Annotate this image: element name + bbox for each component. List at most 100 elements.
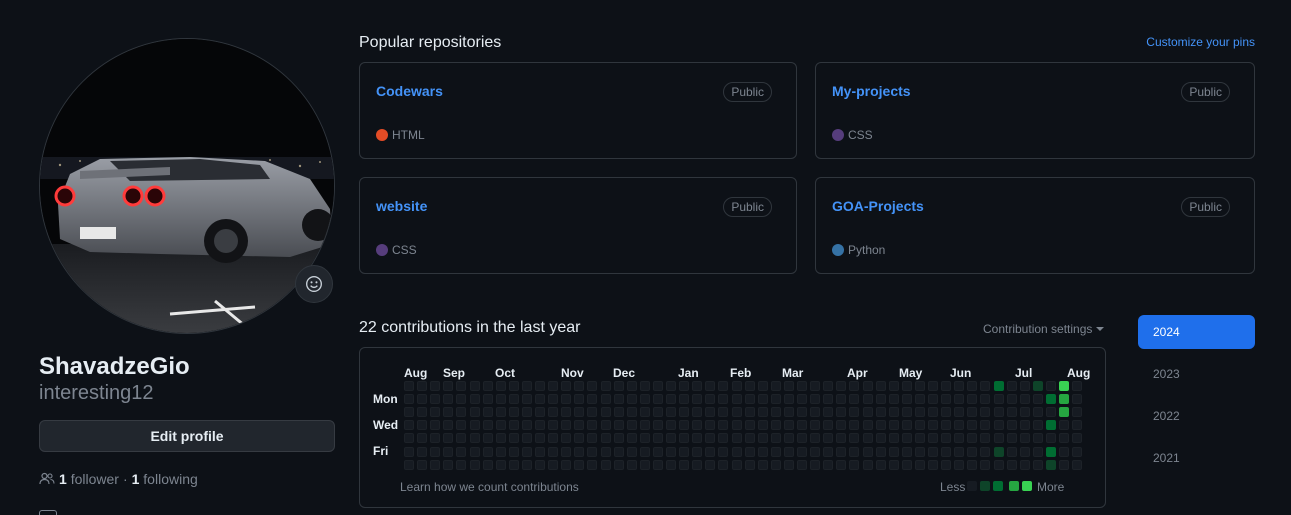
contribution-cell[interactable] <box>731 420 742 431</box>
contribution-cell[interactable] <box>404 420 414 431</box>
contribution-cell[interactable] <box>914 407 925 418</box>
contribution-cell[interactable] <box>508 394 519 405</box>
contribution-cell[interactable] <box>443 446 454 457</box>
contribution-cell[interactable] <box>967 394 978 405</box>
contribution-cell[interactable] <box>456 394 467 405</box>
contribution-cell[interactable] <box>980 381 991 391</box>
contribution-cell[interactable] <box>561 407 572 418</box>
contribution-cell[interactable] <box>1045 433 1056 444</box>
contribution-cell[interactable] <box>980 420 991 431</box>
contribution-cell[interactable] <box>666 381 676 391</box>
contribution-cell[interactable] <box>744 394 755 405</box>
year-2023-link[interactable]: 2023 <box>1138 357 1255 391</box>
contribution-cell[interactable] <box>901 459 912 470</box>
contribution-cell[interactable] <box>561 446 572 457</box>
contribution-cell[interactable] <box>613 420 624 431</box>
contribution-cell[interactable] <box>521 394 532 405</box>
contribution-cell[interactable] <box>1019 446 1030 457</box>
contribution-cell[interactable] <box>757 381 768 391</box>
contribution-cell[interactable] <box>482 407 493 418</box>
contribution-cell[interactable] <box>993 381 1004 391</box>
contribution-settings-dropdown[interactable]: Contribution settings <box>983 322 1105 336</box>
contribution-cell[interactable] <box>495 407 506 418</box>
contribution-cell[interactable] <box>666 407 676 418</box>
contribution-cell[interactable] <box>482 381 493 391</box>
contribution-cell[interactable] <box>587 459 598 470</box>
contribution-cell[interactable] <box>561 420 572 431</box>
contribution-cell[interactable] <box>888 459 899 470</box>
contribution-cell[interactable] <box>914 459 925 470</box>
contribution-cell[interactable] <box>770 407 781 418</box>
contribution-cell[interactable] <box>417 446 428 457</box>
year-2024-link[interactable]: 2024 <box>1138 315 1255 349</box>
contribution-cell[interactable] <box>521 381 532 391</box>
contribution-cell[interactable] <box>888 407 899 418</box>
contribution-cell[interactable] <box>705 459 716 470</box>
contribution-cell[interactable] <box>417 394 428 405</box>
contribution-cell[interactable] <box>941 420 952 431</box>
contribution-cell[interactable] <box>757 446 768 457</box>
contribution-cell[interactable] <box>901 420 912 431</box>
contribution-cell[interactable] <box>574 446 585 457</box>
contribution-cell[interactable] <box>613 407 624 418</box>
contribution-cell[interactable] <box>993 459 1004 470</box>
contribution-cell[interactable] <box>456 459 467 470</box>
contribution-cell[interactable] <box>574 459 585 470</box>
contribution-cell[interactable] <box>797 459 807 470</box>
contribution-cell[interactable] <box>548 381 559 391</box>
contribution-cell[interactable] <box>1032 407 1043 418</box>
contribution-cell[interactable] <box>626 407 637 418</box>
contribution-cell[interactable] <box>810 446 821 457</box>
contribution-cell[interactable] <box>967 407 978 418</box>
contribution-cell[interactable] <box>469 433 480 444</box>
contribution-cell[interactable] <box>928 459 938 470</box>
contribution-cell[interactable] <box>666 446 676 457</box>
contribution-cell[interactable] <box>495 446 506 457</box>
contribution-cell[interactable] <box>430 420 441 431</box>
contribution-cell[interactable] <box>1032 459 1043 470</box>
contribution-cell[interactable] <box>1072 433 1083 444</box>
contribution-cell[interactable] <box>430 459 441 470</box>
contribution-cell[interactable] <box>587 446 598 457</box>
contribution-cell[interactable] <box>1059 394 1069 405</box>
contribution-cell[interactable] <box>797 381 807 391</box>
contribution-cell[interactable] <box>705 381 716 391</box>
contribution-cell[interactable] <box>652 407 663 418</box>
contribution-cell[interactable] <box>469 420 480 431</box>
contribution-cell[interactable] <box>744 420 755 431</box>
contribution-cell[interactable] <box>1072 381 1083 391</box>
contribution-cell[interactable] <box>862 459 873 470</box>
contribution-cell[interactable] <box>482 433 493 444</box>
contribution-cell[interactable] <box>679 459 690 470</box>
contribution-cell[interactable] <box>482 420 493 431</box>
contribution-cell[interactable] <box>718 381 729 391</box>
contribution-cell[interactable] <box>652 459 663 470</box>
contribution-cell[interactable] <box>731 446 742 457</box>
contribution-cell[interactable] <box>639 459 650 470</box>
contribution-cell[interactable] <box>600 446 611 457</box>
contribution-cell[interactable] <box>469 381 480 391</box>
contribution-cell[interactable] <box>954 407 965 418</box>
contribution-cell[interactable] <box>967 420 978 431</box>
contribution-cell[interactable] <box>757 459 768 470</box>
contribution-cell[interactable] <box>783 394 794 405</box>
learn-contributions-link[interactable]: Learn how we count contributions <box>400 480 579 494</box>
contribution-cell[interactable] <box>639 446 650 457</box>
contribution-cell[interactable] <box>456 446 467 457</box>
contribution-cell[interactable] <box>849 381 860 391</box>
contribution-cell[interactable] <box>548 446 559 457</box>
contribution-cell[interactable] <box>823 394 834 405</box>
contribution-cell[interactable] <box>1006 394 1017 405</box>
contribution-cell[interactable] <box>417 420 428 431</box>
contribution-cell[interactable] <box>770 420 781 431</box>
contribution-cell[interactable] <box>443 394 454 405</box>
contribution-cell[interactable] <box>888 420 899 431</box>
contribution-cell[interactable] <box>705 394 716 405</box>
contribution-cell[interactable] <box>639 420 650 431</box>
contribution-cell[interactable] <box>731 381 742 391</box>
contribution-cell[interactable] <box>954 394 965 405</box>
contribution-cell[interactable] <box>561 459 572 470</box>
contribution-cell[interactable] <box>888 394 899 405</box>
contribution-cell[interactable] <box>1019 394 1030 405</box>
contribution-cell[interactable] <box>954 446 965 457</box>
